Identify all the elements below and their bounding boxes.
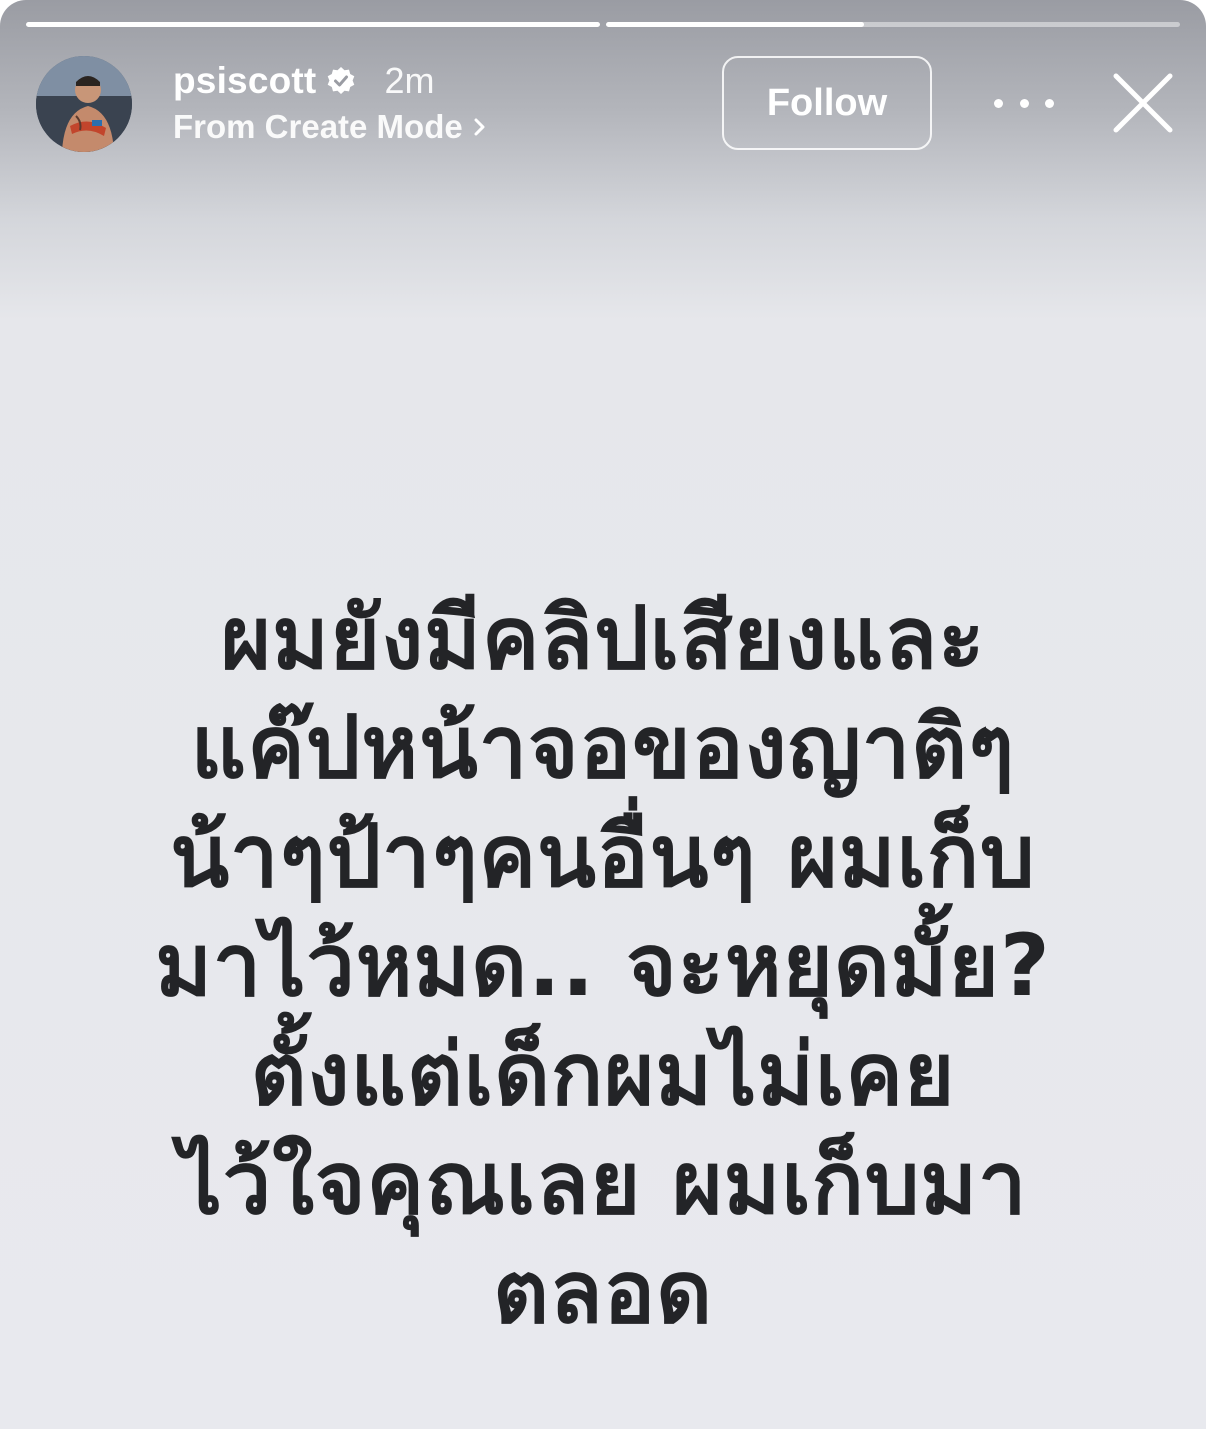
- story-text-line: ตลอด: [492, 1243, 714, 1343]
- follow-button[interactable]: Follow: [722, 56, 932, 150]
- post-time: 2m: [384, 60, 435, 101]
- story-text-line: ผมยังมีคลิปเสียงและ: [220, 589, 986, 689]
- subtitle-label: From Create Mode: [173, 108, 463, 145]
- avatar-image: [36, 56, 132, 152]
- username[interactable]: psiscott: [173, 60, 316, 102]
- avatar[interactable]: [36, 56, 132, 152]
- story-text-line: ไว้ใจคุณเลย ผมเก็บมา: [178, 1134, 1028, 1234]
- close-icon[interactable]: [1110, 70, 1176, 136]
- more-options-icon[interactable]: [994, 86, 1054, 120]
- story-text-line: น้าๆป้าๆคนอื่นๆ ผมเก็บ: [170, 807, 1036, 907]
- story-text-line: ตั้งแต่เด็กผมไม่เคย: [250, 1025, 956, 1125]
- story-user-info: psiscott 2m From Create Mode: [173, 56, 487, 146]
- progress-segment: [606, 22, 1180, 27]
- verified-badge-icon: [326, 66, 356, 96]
- story-text: ผมยังมีคลิปเสียงและ แค๊ปหน้าจอของญาติๆ น…: [60, 585, 1146, 1348]
- progress-segment: [26, 22, 600, 27]
- story-progress-bar: [26, 22, 1180, 27]
- story-viewer[interactable]: psiscott 2m From Create Mode Follow ผมยั…: [0, 0, 1206, 1429]
- story-text-line: มาไว้หมด.. จะหยุดมั้ย?: [155, 916, 1051, 1016]
- story-text-line: แค๊ปหน้าจอของญาติๆ: [190, 698, 1016, 798]
- create-mode-link[interactable]: From Create Mode: [173, 108, 487, 146]
- chevron-right-icon: [473, 117, 487, 137]
